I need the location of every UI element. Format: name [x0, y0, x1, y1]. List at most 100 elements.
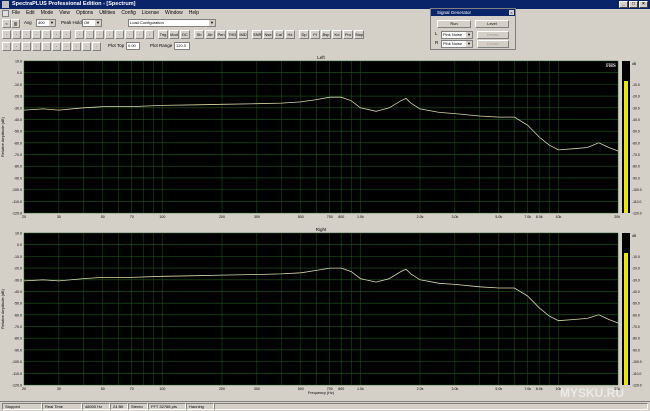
expand-icon[interactable]: ·	[42, 42, 51, 51]
spectrum-view: Left 10.0 0.0 -10.0 -20.0 -30.0 -40.0 -50.0 -60.…	[0, 51, 650, 401]
step-icon[interactable]: ·	[105, 30, 114, 39]
scale-icon[interactable]: ·	[145, 30, 154, 39]
reset-icon[interactable]: ·	[62, 42, 71, 51]
meter-tick-label: -110.0	[632, 200, 641, 204]
tool-cal-button[interactable]: Cal	[274, 30, 284, 39]
left-details-button[interactable]: Details	[477, 31, 509, 39]
tool-hz-button[interactable]: Hz	[285, 30, 295, 39]
paste-icon[interactable]: ·	[52, 30, 61, 39]
tool-ab-button[interactable]: Ab	[205, 30, 215, 39]
play-icon[interactable]: ·	[85, 30, 94, 39]
pause-icon[interactable]: ·	[95, 30, 104, 39]
y-tick-label: -30.0	[14, 278, 22, 282]
level-meter-bar	[624, 253, 628, 385]
plot-title: Left	[317, 55, 325, 60]
scope-icon[interactable]: ≈	[2, 19, 11, 28]
menu-help[interactable]: Help	[189, 9, 199, 18]
linear-icon[interactable]: ·	[92, 42, 101, 51]
spectrum-icon[interactable]: ▥	[11, 19, 20, 28]
pan-left-icon[interactable]: ·	[22, 42, 31, 51]
tool-dp-button[interactable]: Dp	[299, 30, 309, 39]
menu-config[interactable]: Config	[121, 9, 135, 18]
tool-dc-button[interactable]: DC	[180, 30, 190, 39]
avg-label: Avg	[24, 20, 32, 25]
tool-pro-button[interactable]: Pro	[343, 30, 353, 39]
status-state: Stopped	[2, 403, 42, 410]
menu-window[interactable]: Window	[165, 9, 183, 18]
x-tick-label: 100	[159, 215, 165, 219]
tool-pen-button[interactable]: Pen	[216, 30, 226, 39]
menu-options[interactable]: Options	[76, 9, 93, 18]
plot-top-input[interactable]: 0.00	[126, 42, 140, 50]
tool-sb-button[interactable]: Sb	[194, 30, 204, 39]
right-signal-select[interactable]: Pink Noise ▼	[441, 40, 473, 48]
y-tick-label: -80.0	[14, 165, 22, 169]
y-tick-label: 0.0	[17, 71, 22, 75]
y-tick-label: 0.0	[17, 243, 22, 247]
tool-ft-button[interactable]: Ft	[310, 30, 320, 39]
x-tick-label: 3.0k	[451, 215, 458, 219]
tool-stop-button[interactable]: Stop	[354, 30, 364, 39]
tool-kd-button[interactable]: Kd	[332, 30, 342, 39]
config-select[interactable]: Load Configuration ▼	[128, 19, 216, 27]
zoom-in-icon[interactable]: ·	[2, 42, 11, 51]
right-details-button[interactable]: Details	[477, 40, 509, 48]
record-icon[interactable]: ·	[75, 30, 84, 39]
x-tick-label: 70	[130, 215, 134, 219]
cursor-icon[interactable]: ·	[135, 30, 144, 39]
left-channel-label: L	[435, 31, 438, 36]
zoom-out-icon[interactable]: ·	[12, 42, 21, 51]
signal-generator-title: Signal Generator	[437, 10, 472, 15]
run-button[interactable]: Run	[437, 20, 471, 28]
menu-file[interactable]: File	[12, 9, 20, 18]
tool-trig-button[interactable]: Trig	[158, 30, 168, 39]
log-icon[interactable]: ·	[82, 42, 91, 51]
open-icon[interactable]: ·	[2, 30, 11, 39]
marker-icon[interactable]: ·	[115, 30, 124, 39]
tool-nse-button[interactable]: Nse	[263, 30, 273, 39]
close-button[interactable]: ×	[639, 1, 648, 8]
meter-tick-label: -20.0	[632, 95, 640, 99]
peak-hold-label: Peak Hold	[61, 20, 82, 25]
meter-unit-label: dB	[632, 234, 637, 238]
left-signal-select[interactable]: Pink Noise ▼	[441, 31, 473, 39]
document-icon[interactable]	[2, 10, 9, 17]
tool-snr-button[interactable]: SNR	[252, 30, 262, 39]
avg-select[interactable]: 400 ▼	[36, 19, 56, 27]
pan-right-icon[interactable]: ·	[32, 42, 41, 51]
grid-icon[interactable]: ·	[72, 42, 81, 51]
contract-icon[interactable]: ·	[52, 42, 61, 51]
menu-view[interactable]: View	[59, 9, 70, 18]
x-tick-label: 8.0k	[536, 215, 543, 219]
undo-icon[interactable]: ·	[62, 30, 71, 39]
menu-license[interactable]: License	[142, 9, 159, 18]
menu-utilities[interactable]: Utilities	[99, 9, 115, 18]
tool-thd-button[interactable]: THD	[227, 30, 237, 39]
x-tick-label: 500	[298, 215, 304, 219]
y-tick-label: -120.0	[12, 212, 22, 216]
minimize-button[interactable]: _	[619, 1, 628, 8]
x-tick-label: 300	[254, 215, 260, 219]
copy-icon[interactable]: ·	[32, 30, 41, 39]
level-button[interactable]: Level	[475, 20, 509, 28]
zoom-icon[interactable]: ·	[125, 30, 134, 39]
y-tick-label: -20.0	[14, 95, 22, 99]
menu-edit[interactable]: Edit	[26, 9, 35, 18]
y-tick-label: 10.0	[15, 60, 22, 64]
signal-generator-window: Signal Generator × Run Level L Pink Nois…	[430, 8, 516, 50]
watermark: MYSKU.RU	[560, 386, 624, 400]
peak-hold-select[interactable]: Off ▼	[82, 19, 102, 27]
x-tick-label: 7.0k	[524, 387, 531, 391]
tool-imd-button[interactable]: IMD	[238, 30, 248, 39]
plot-range-input[interactable]: 120.0	[174, 42, 190, 50]
print-icon[interactable]: ·	[22, 30, 31, 39]
y-tick-label: -60.0	[14, 313, 22, 317]
tool-bsp-button[interactable]: Bsp	[321, 30, 331, 39]
x-tick-label: 100	[159, 387, 165, 391]
save-icon[interactable]: ·	[12, 30, 21, 39]
menu-mode[interactable]: Mode	[41, 9, 54, 18]
cut-icon[interactable]: ·	[42, 30, 51, 39]
tool-mod-button[interactable]: Mod	[169, 30, 179, 39]
close-icon[interactable]: ×	[509, 10, 514, 15]
maximize-button[interactable]: □	[629, 1, 638, 8]
